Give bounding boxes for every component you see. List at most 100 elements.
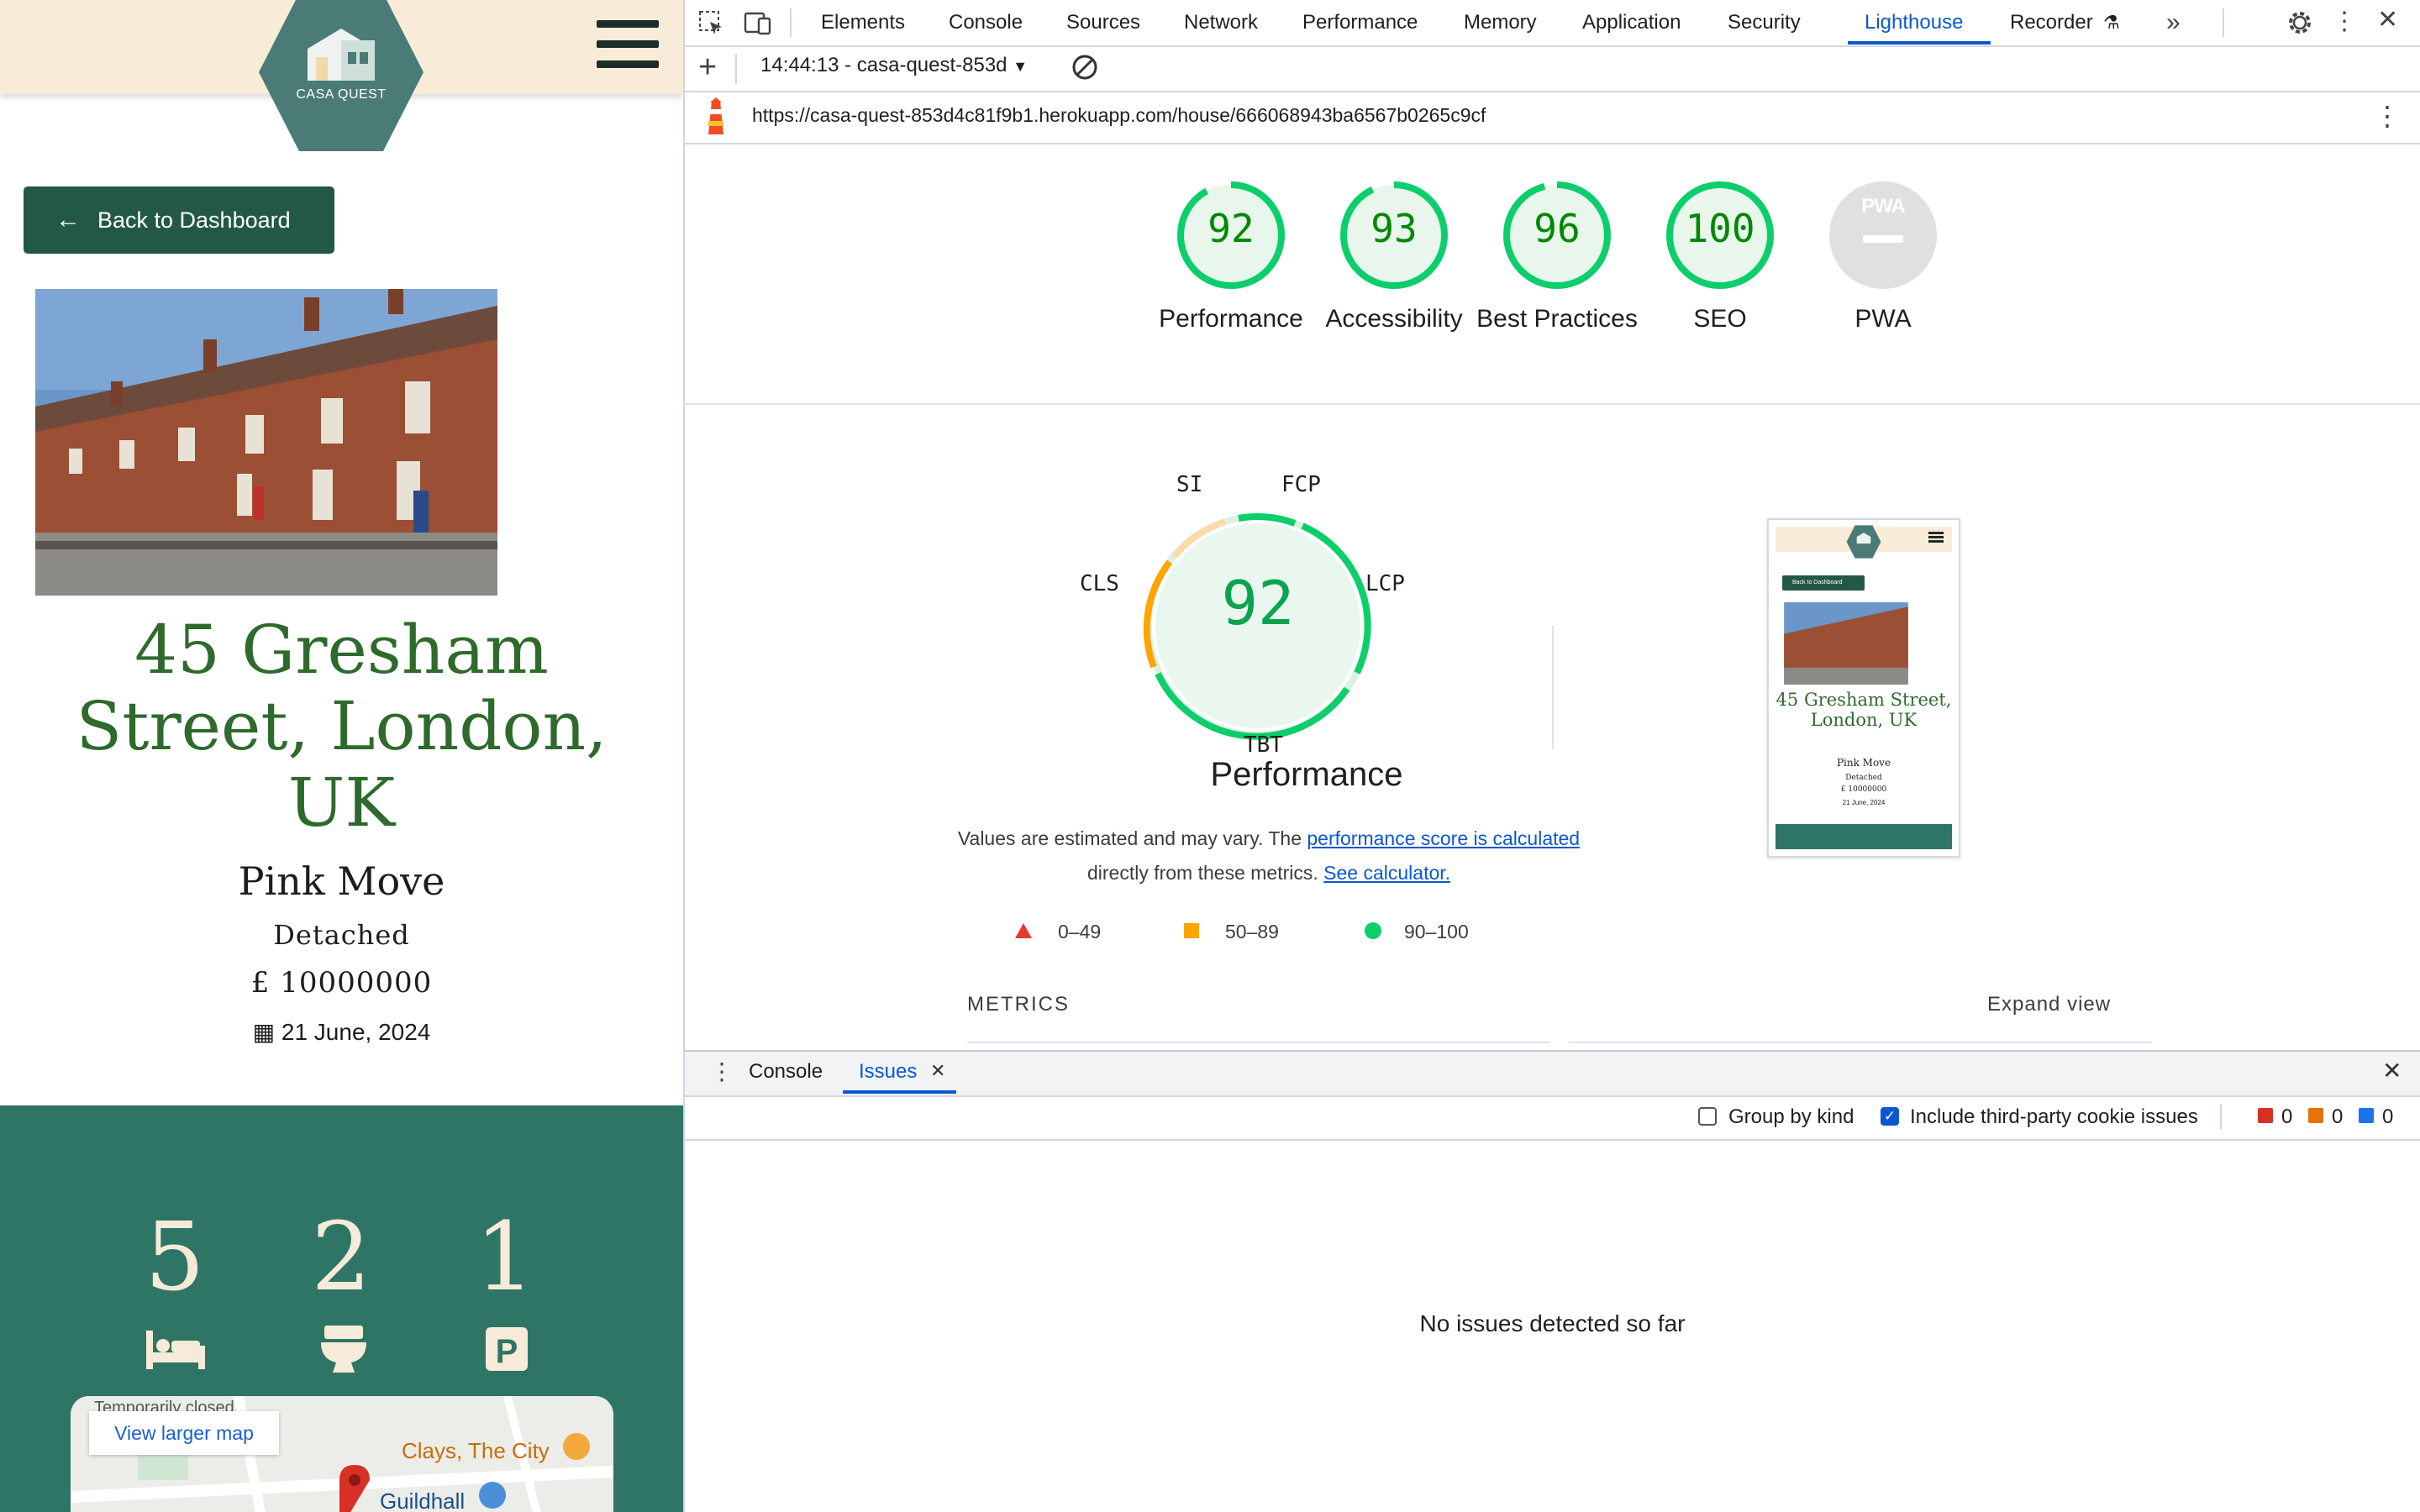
- metric-tag-cls: CLS: [1080, 571, 1119, 596]
- bedrooms-count: 5: [145, 1203, 205, 1312]
- listing-date: ▦ 21 June, 2024: [0, 1018, 683, 1046]
- tab-application[interactable]: Application: [1582, 0, 1681, 45]
- inspect-element-icon[interactable]: [698, 10, 723, 35]
- devtools-panel: Elements Console Sources Network Perform…: [685, 0, 2420, 1512]
- app-viewport: CASA QUEST ← Back to Dashboard 45 Gresha…: [0, 0, 685, 1512]
- tab-memory[interactable]: Memory: [1464, 0, 1537, 45]
- parking-count: 1: [475, 1203, 535, 1312]
- thumb-menu-icon: [1928, 532, 1944, 534]
- note-text: Values are estimated and may vary. The: [957, 827, 1307, 849]
- report-selector[interactable]: 14:44:13 - casa-quest-853d ▼: [760, 54, 1028, 77]
- back-to-dashboard-button[interactable]: ← Back to Dashboard: [24, 186, 334, 254]
- seo-score-label[interactable]: SEO: [1628, 302, 1812, 336]
- map-label-guildhall: Guildhall: [380, 1488, 466, 1512]
- drawer-menu-icon[interactable]: ⋮: [710, 1055, 734, 1089]
- property-title: 45 Gresham Street, London, UK: [76, 611, 608, 842]
- expand-view-button[interactable]: Expand view: [1987, 993, 2111, 1016]
- average-square-icon: [1184, 923, 1199, 938]
- no-issues-message: No issues detected so far: [1419, 1310, 1686, 1336]
- divider: [1569, 1042, 2152, 1043]
- drawer-active-tab-indicator: [843, 1090, 956, 1094]
- thumb-house-photo: [1784, 602, 1908, 685]
- back-button-label: Back to Dashboard: [97, 207, 291, 233]
- bed-icon: [146, 1331, 205, 1369]
- report-menu-icon[interactable]: ⋮: [2374, 99, 2401, 133]
- active-tab-indicator: [1848, 41, 1991, 45]
- close-issues-tab-icon[interactable]: ✕: [930, 1060, 945, 1082]
- view-larger-map-link[interactable]: View larger map: [89, 1411, 279, 1455]
- clear-all-icon[interactable]: [1071, 54, 1098, 81]
- divider: [1552, 625, 1554, 749]
- bathrooms-count: 2: [311, 1203, 371, 1312]
- performance-note: Values are estimated and may vary. The p…: [950, 822, 1588, 890]
- error-count-icon: [2258, 1108, 2273, 1123]
- tab-sources[interactable]: Sources: [1066, 0, 1140, 45]
- metric-tag-si: SI: [1176, 472, 1203, 497]
- metric-tag-lcp: LCP: [1365, 571, 1405, 596]
- logo-icon[interactable]: [257, 0, 425, 153]
- seo-score: 100: [1685, 206, 1755, 251]
- thumb-back-button: Back to Dashboard: [1782, 575, 1865, 591]
- tab-recorder[interactable]: Recorder: [2010, 0, 2093, 45]
- pwa-badge-icon[interactable]: [1824, 176, 1942, 294]
- report-url: https://casa-quest-853d4c81f9b1.herokuap…: [752, 104, 1486, 126]
- metrics-heading: METRICS: [967, 993, 1070, 1016]
- performance-score-label[interactable]: Performance: [1139, 302, 1323, 336]
- tab-elements[interactable]: Elements: [821, 0, 905, 45]
- third-party-cookie-label: Include third-party cookie issues: [1910, 1105, 2198, 1128]
- thumb-price: £ 10000000: [1840, 785, 1887, 794]
- devtools-more-menu-icon[interactable]: ⋮: [2332, 7, 2357, 37]
- performance-score-calculated-link[interactable]: performance score is calculated: [1307, 827, 1580, 849]
- settings-gear-icon[interactable]: [2286, 8, 2314, 37]
- thumb-type: Detached: [1845, 774, 1882, 782]
- group-by-kind-checkbox[interactable]: [1698, 1107, 1717, 1126]
- agent-name: Pink Move: [238, 858, 445, 904]
- tab-performance[interactable]: Performance: [1302, 0, 1418, 45]
- performance-section-title: Performance: [1210, 756, 1403, 793]
- pwa-badge-text: PWA: [1861, 195, 1906, 218]
- metric-tag-fcp: FCP: [1281, 472, 1321, 497]
- warning-count: 0: [2332, 1105, 2344, 1128]
- toilet-icon: [321, 1326, 366, 1373]
- info-count: 0: [2382, 1105, 2394, 1128]
- parking-icon: P: [486, 1327, 528, 1371]
- device-toolbar-icon[interactable]: [744, 10, 772, 35]
- error-count: 0: [2281, 1105, 2293, 1128]
- drawer-tab-issues[interactable]: Issues: [859, 1060, 917, 1084]
- accessibility-score: 93: [1370, 206, 1418, 251]
- new-report-plus-icon[interactable]: +: [698, 49, 717, 86]
- legend-pass: 90–100: [1404, 921, 1469, 942]
- tab-lighthouse[interactable]: Lighthouse: [1865, 0, 1963, 45]
- dropdown-triangle-icon: ▼: [1013, 58, 1028, 75]
- more-tabs-icon[interactable]: »: [2166, 0, 2181, 45]
- arrow-left-icon: ←: [55, 206, 81, 234]
- best-practices-score: 96: [1534, 206, 1581, 251]
- close-devtools-icon[interactable]: ✕: [2377, 5, 2398, 34]
- performance-big-score: 92: [1221, 568, 1295, 638]
- hamburger-menu-icon[interactable]: [597, 20, 660, 71]
- group-by-kind-label: Group by kind: [1728, 1105, 1854, 1128]
- tab-security[interactable]: Security: [1728, 0, 1801, 45]
- thumb-title: 45 Gresham Street, London, UK: [1776, 690, 1952, 730]
- metric-tag-tbt: TBT: [1244, 732, 1283, 758]
- listing-date-text: 21 June, 2024: [281, 1019, 431, 1045]
- drawer-tab-console[interactable]: Console: [749, 1060, 823, 1084]
- see-calculator-link[interactable]: See calculator.: [1323, 862, 1450, 884]
- final-screenshot-thumbnail[interactable]: Back to Dashboard 45 Gresham Street, Lon…: [1767, 518, 1960, 858]
- tab-console[interactable]: Console: [949, 0, 1023, 45]
- note-text: directly from these metrics.: [1086, 862, 1324, 884]
- pwa-score-label[interactable]: PWA: [1791, 302, 1975, 336]
- flask-icon: ⚗: [2103, 12, 2120, 33]
- calendar-icon: ▦: [252, 1019, 276, 1045]
- divider: [685, 403, 2420, 405]
- best-practices-score-label[interactable]: Best Practices: [1465, 302, 1649, 336]
- fail-triangle-icon: [1015, 923, 1032, 938]
- legend-average: 50–89: [1225, 921, 1279, 942]
- third-party-cookie-checkbox[interactable]: ✓: [1881, 1107, 1899, 1126]
- thumb-logo-icon: [1846, 525, 1881, 559]
- tab-network[interactable]: Network: [1184, 0, 1258, 45]
- accessibility-score-label[interactable]: Accessibility: [1302, 302, 1486, 336]
- divider: [735, 54, 737, 84]
- property-type: Detached: [273, 919, 410, 951]
- close-drawer-icon[interactable]: ✕: [2382, 1057, 2402, 1084]
